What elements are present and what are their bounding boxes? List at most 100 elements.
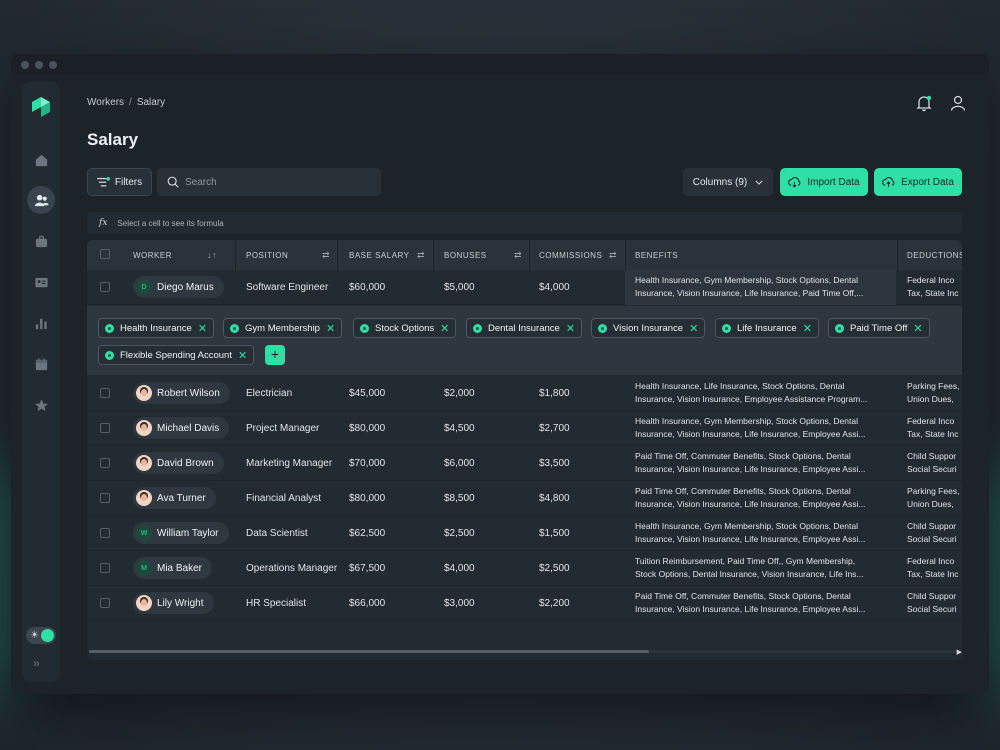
- bell-icon[interactable]: [915, 94, 933, 112]
- worker-chip[interactable]: Lily Wright: [133, 592, 214, 614]
- deductions-cell[interactable]: Federal Inco Tax, State Inc: [907, 274, 959, 300]
- benefit-tag[interactable]: Stock Options ✕: [353, 318, 457, 338]
- remove-tag-icon[interactable]: ✕: [803, 322, 812, 335]
- deductions-cell[interactable]: Parking Fees, Union Dues,: [907, 485, 959, 511]
- add-benefit-button[interactable]: +: [265, 345, 285, 365]
- worker-chip[interactable]: W William Taylor: [133, 522, 229, 544]
- column-deductions[interactable]: DEDUCTIONS: [907, 240, 962, 270]
- table-row[interactable]: David Brown Marketing Manager $70,000 $6…: [87, 446, 962, 481]
- scrollbar-thumb[interactable]: [89, 650, 649, 653]
- row-checkbox[interactable]: [100, 493, 110, 503]
- filter-column-icon[interactable]: ⇄: [322, 250, 330, 261]
- commissions-cell[interactable]: $2,500: [539, 551, 570, 586]
- table-row[interactable]: Michael Davis Project Manager $80,000 $4…: [87, 411, 962, 446]
- bonuses-cell[interactable]: $3,000: [444, 586, 475, 621]
- column-worker[interactable]: WORKER ↓↑: [133, 240, 225, 270]
- row-checkbox[interactable]: [100, 282, 110, 292]
- theme-toggle[interactable]: ☀: [26, 627, 56, 644]
- bonuses-cell[interactable]: $4,000: [444, 551, 475, 586]
- base-salary-cell[interactable]: $67,500: [349, 551, 385, 586]
- sidebar-item-home[interactable]: [27, 146, 55, 174]
- benefits-cell[interactable]: Paid Time Off, Commuter Benefits, Stock …: [635, 450, 897, 476]
- remove-tag-icon[interactable]: ✕: [913, 322, 922, 335]
- benefit-tag[interactable]: Vision Insurance ✕: [591, 318, 706, 338]
- column-commissions[interactable]: COMMISSIONS ⇄: [539, 240, 625, 270]
- benefits-cell[interactable]: Health Insurance, Gym Membership, Stock …: [635, 274, 897, 300]
- worker-chip[interactable]: Ava Turner: [133, 487, 216, 509]
- select-all-checkbox[interactable]: [100, 249, 110, 259]
- bonuses-cell[interactable]: $2,500: [444, 516, 475, 551]
- row-checkbox[interactable]: [100, 458, 110, 468]
- sidebar-item-favorites[interactable]: [27, 391, 55, 419]
- benefits-cell[interactable]: Paid Time Off, Commuter Benefits, Stock …: [635, 590, 897, 616]
- scroll-right-arrow[interactable]: ▶: [957, 648, 962, 656]
- position-cell[interactable]: Financial Analyst: [246, 481, 321, 516]
- user-profile-icon[interactable]: [949, 94, 967, 112]
- worker-chip[interactable]: Robert Wilson: [133, 382, 230, 404]
- deductions-cell[interactable]: Child Suppor Social Securi: [907, 520, 957, 546]
- base-salary-cell[interactable]: $80,000: [349, 481, 385, 516]
- deductions-cell[interactable]: Child Suppor Social Securi: [907, 450, 957, 476]
- deductions-cell[interactable]: Child Suppor Social Securi: [907, 590, 957, 616]
- base-salary-cell[interactable]: $45,000: [349, 376, 385, 411]
- benefit-tag[interactable]: Life Insurance ✕: [715, 318, 819, 338]
- table-row[interactable]: Robert Wilson Electrician $45,000 $2,000…: [87, 376, 962, 411]
- bonuses-cell[interactable]: $6,000: [444, 446, 475, 481]
- base-salary-cell[interactable]: $66,000: [349, 586, 385, 621]
- deductions-cell[interactable]: Federal Inco Tax, State Inc: [907, 415, 959, 441]
- window-dot[interactable]: [21, 61, 29, 69]
- commissions-cell[interactable]: $1,800: [539, 376, 570, 411]
- benefit-tag[interactable]: Dental Insurance ✕: [466, 318, 583, 338]
- sidebar-item-calendar[interactable]: [27, 350, 55, 378]
- remove-tag-icon[interactable]: ✕: [326, 322, 335, 335]
- position-cell[interactable]: Marketing Manager: [246, 446, 332, 481]
- position-cell[interactable]: HR Specialist: [246, 586, 306, 621]
- position-cell[interactable]: Data Scientist: [246, 516, 308, 551]
- commissions-cell[interactable]: $4,800: [539, 481, 570, 516]
- bonuses-cell[interactable]: $8,500: [444, 481, 475, 516]
- remove-tag-icon[interactable]: ✕: [689, 322, 698, 335]
- column-bonuses[interactable]: BONUSES ⇄: [444, 240, 530, 270]
- columns-dropdown[interactable]: Columns (9): [683, 168, 773, 196]
- base-salary-cell[interactable]: $70,000: [349, 446, 385, 481]
- position-cell[interactable]: Operations Manager: [246, 551, 337, 586]
- expand-sidebar-icon[interactable]: »: [33, 656, 40, 670]
- position-cell[interactable]: Electrician: [246, 376, 292, 411]
- sidebar-item-reports[interactable]: [27, 309, 55, 337]
- horizontal-scrollbar[interactable]: [89, 650, 958, 653]
- benefit-tag[interactable]: Paid Time Off ✕: [828, 318, 930, 338]
- benefits-cell[interactable]: Health Insurance, Gym Membership, Stock …: [635, 415, 897, 441]
- formula-bar[interactable]: fx Select a cell to see its formula: [87, 212, 962, 234]
- commissions-cell[interactable]: $2,700: [539, 411, 570, 446]
- benefit-tag[interactable]: Flexible Spending Account ✕: [98, 345, 255, 365]
- benefits-cell[interactable]: Paid Time Off, Commuter Benefits, Stock …: [635, 485, 897, 511]
- commissions-cell[interactable]: $4,000: [539, 270, 570, 305]
- filters-button[interactable]: Filters: [87, 168, 152, 196]
- column-base-salary[interactable]: BASE SALARY ⇄: [349, 240, 433, 270]
- filter-column-icon[interactable]: ⇄: [514, 250, 522, 261]
- commissions-cell[interactable]: $3,500: [539, 446, 570, 481]
- deductions-cell[interactable]: Federal Inco Tax, State Inc: [907, 555, 959, 581]
- table-row[interactable]: W William Taylor Data Scientist $62,500 …: [87, 516, 962, 551]
- remove-tag-icon[interactable]: ✕: [566, 322, 575, 335]
- base-salary-cell[interactable]: $80,000: [349, 411, 385, 446]
- sidebar-item-users[interactable]: [27, 186, 55, 214]
- sort-icon[interactable]: ↓↑: [207, 250, 217, 260]
- benefits-cell[interactable]: Health Insurance, Gym Membership, Stock …: [635, 520, 897, 546]
- table-row[interactable]: Lily Wright HR Specialist $66,000 $3,000…: [87, 586, 962, 621]
- base-salary-cell[interactable]: $62,500: [349, 516, 385, 551]
- search-box[interactable]: [157, 168, 381, 196]
- benefits-cell[interactable]: Health Insurance, Life Insurance, Stock …: [635, 380, 897, 406]
- position-cell[interactable]: Software Engineer: [246, 270, 328, 305]
- worker-chip[interactable]: D Diego Marus: [133, 276, 224, 298]
- position-cell[interactable]: Project Manager: [246, 411, 319, 446]
- commissions-cell[interactable]: $1,500: [539, 516, 570, 551]
- row-checkbox[interactable]: [100, 528, 110, 538]
- column-benefits[interactable]: BENEFITS: [635, 240, 835, 270]
- remove-tag-icon[interactable]: ✕: [238, 349, 247, 362]
- sidebar-item-id-card[interactable]: [27, 268, 55, 296]
- export-data-button[interactable]: Export Data: [874, 168, 962, 196]
- row-checkbox[interactable]: [100, 598, 110, 608]
- filter-column-icon[interactable]: ⇄: [609, 250, 617, 261]
- benefit-tag[interactable]: Health Insurance ✕: [98, 318, 215, 338]
